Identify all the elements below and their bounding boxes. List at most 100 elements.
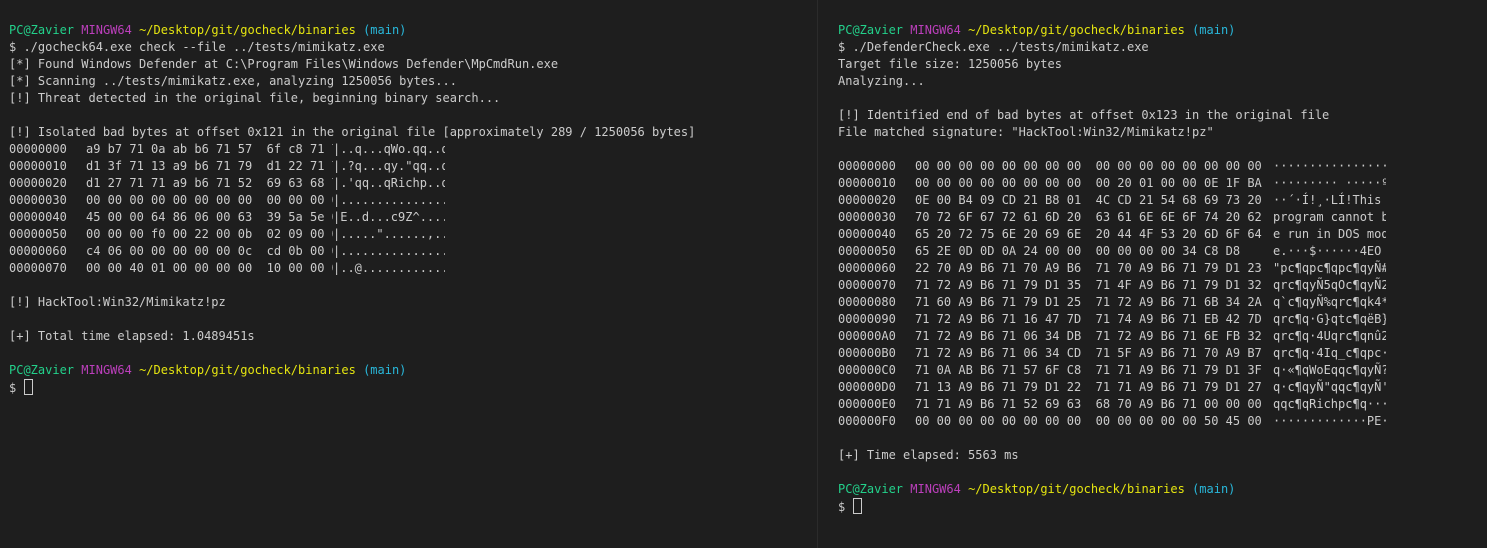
terminal-window: PC@Zavier MINGW64 ~/Desktop/git/gocheck/… xyxy=(0,0,1487,548)
terminal-pane-right[interactable]: PC@Zavier MINGW64 ~/Desktop/git/gocheck/… xyxy=(818,0,1487,548)
hex-bytes: 71 60 A9 B6 71 79 D1 25 71 72 A9 B6 71 6… xyxy=(915,295,1262,309)
prompt-system: MINGW64 xyxy=(81,23,132,37)
signature-line: [!] HackTool:Win32/Mimikatz!pz xyxy=(9,295,226,309)
hex-offset: 00000000 xyxy=(838,159,896,173)
command-line: $ ./DefenderCheck.exe ../tests/mimikatz.… xyxy=(838,40,1149,54)
hex-offset: 00000030 xyxy=(9,193,67,207)
hex-bytes: 00 00 00 00 00 00 00 00 00 20 01 00 00 0… xyxy=(915,176,1262,190)
prompt-system: MINGW64 xyxy=(910,23,961,37)
hex-dump: 00000000 00 00 00 00 00 00 00 00 00 00 0… xyxy=(838,158,1487,430)
hex-offset: 000000F0 xyxy=(838,414,896,428)
hex-offset: 00000090 xyxy=(838,312,896,326)
hex-ascii: |.?q...qy."qq..qy| xyxy=(333,159,445,173)
prompt-system: MINGW64 xyxy=(910,482,961,496)
isolated-bytes-line: [!] Isolated bad bytes at offset 0x121 i… xyxy=(9,125,696,139)
hex-bytes: a9 b7 71 0a ab b6 71 57 6f c8 71 71 a9 b… xyxy=(86,142,333,156)
hex-bytes: 00 00 00 f0 00 22 00 0b 02 09 00 00 2c 0… xyxy=(86,227,333,241)
hex-ascii: e.···$······4EO xyxy=(1273,244,1382,258)
hex-bytes: 70 72 6F 67 72 61 6D 20 63 61 6E 6E 6F 7… xyxy=(915,210,1262,224)
hex-offset: 00000070 xyxy=(9,261,67,275)
hex-bytes: 22 70 A9 B6 71 70 A9 B6 71 70 A9 B6 71 7… xyxy=(915,261,1262,275)
prompt-path: ~/Desktop/git/gocheck/binaries xyxy=(139,363,356,377)
hex-offset: 00000060 xyxy=(9,244,67,258)
hex-ascii: |.'qq..qRichp..q.| xyxy=(333,176,445,190)
prompt-symbol: $ xyxy=(9,381,17,395)
hex-offset: 00000020 xyxy=(9,176,67,190)
hex-offset: 00000040 xyxy=(838,227,896,241)
prompt-branch: (main) xyxy=(363,363,407,377)
prompt-user: PC@Zavier xyxy=(838,23,904,37)
prompt-path: ~/Desktop/git/gocheck/binaries xyxy=(139,23,356,37)
hex-bytes: d1 27 71 71 a9 b6 71 52 69 63 68 70 a9 b… xyxy=(86,176,333,190)
terminal-pane-left[interactable]: PC@Zavier MINGW64 ~/Desktop/git/gocheck/… xyxy=(0,0,817,548)
hex-ascii: |E..d...c9Z^.....| xyxy=(333,210,445,224)
hex-offset: 000000A0 xyxy=(838,329,896,343)
hex-bytes: 00 00 00 00 00 00 00 00 00 00 00 00 00 0… xyxy=(915,159,1262,173)
hex-ascii: program cannot b xyxy=(1273,210,1386,224)
hex-offset: 00000050 xyxy=(9,227,67,241)
hex-ascii: qqc¶qRichpc¶q··· xyxy=(1273,397,1386,411)
input-line[interactable]: $ xyxy=(838,498,1487,515)
prompt-line: PC@Zavier MINGW64 ~/Desktop/git/gocheck/… xyxy=(838,22,1487,39)
hex-bytes: 71 72 A9 B6 71 06 34 CD 71 5F A9 B6 71 7… xyxy=(915,346,1262,360)
hex-offset: 000000E0 xyxy=(838,397,896,411)
hex-ascii: e run in DOS mod xyxy=(1273,227,1386,241)
hex-bytes: 0E 00 B4 09 CD 21 B8 01 4C CD 21 54 68 6… xyxy=(915,193,1262,207)
hex-ascii: q·c¶qyÑ"qqc¶qyÑ' xyxy=(1273,380,1386,394)
hex-bytes: 71 71 A9 B6 71 52 69 63 68 70 A9 B6 71 0… xyxy=(915,397,1262,411)
hex-bytes: 71 72 A9 B6 71 16 47 7D 71 74 A9 B6 71 E… xyxy=(915,312,1262,326)
hex-ascii: |..q...qWo.qq..qy| xyxy=(333,142,445,156)
hex-offset: 00000010 xyxy=(9,159,67,173)
hex-ascii: "pc¶qpc¶qpc¶qyÑ# xyxy=(1273,261,1386,275)
hex-ascii: q·«¶qWoEqqc¶qyÑ? xyxy=(1273,363,1386,377)
prompt-line: PC@Zavier MINGW64 ~/Desktop/git/gocheck/… xyxy=(9,22,817,39)
output-line: [*] Scanning ../tests/mimikatz.exe, anal… xyxy=(9,74,457,88)
prompt-line: PC@Zavier MINGW64 ~/Desktop/git/gocheck/… xyxy=(9,362,817,379)
hex-ascii: qrc¶q·G}qtc¶qëB} xyxy=(1273,312,1386,326)
elapsed-line: [+] Total time elapsed: 1.0489451s xyxy=(9,329,255,343)
hex-ascii: ········· ·····º xyxy=(1273,176,1386,190)
hex-bytes: 00 00 40 01 00 00 00 00 10 00 00 00 02 0… xyxy=(86,261,333,275)
text-cursor[interactable] xyxy=(24,379,34,395)
hex-offset: 00000060 xyxy=(838,261,896,275)
hex-offset: 000000B0 xyxy=(838,346,896,360)
prompt-branch: (main) xyxy=(363,23,407,37)
hex-ascii: q`c¶qyÑ%qrc¶qk4* xyxy=(1273,295,1386,309)
hex-bytes: 71 13 A9 B6 71 79 D1 22 71 71 A9 B6 71 7… xyxy=(915,380,1262,394)
prompt-user: PC@Zavier xyxy=(838,482,904,496)
hex-offset: 00000030 xyxy=(838,210,896,224)
prompt-path: ~/Desktop/git/gocheck/binaries xyxy=(968,482,1185,496)
command-line: $ ./gocheck64.exe check --file ../tests/… xyxy=(9,40,385,54)
output-line: [*] Found Windows Defender at C:\Program… xyxy=(9,57,559,71)
hex-offset: 000000C0 xyxy=(838,363,896,377)
hex-dump: 00000000 a9 b7 71 0a ab b6 71 57 6f c8 7… xyxy=(9,141,817,277)
text-cursor[interactable] xyxy=(853,498,863,514)
hex-ascii: |................| xyxy=(333,244,445,258)
hex-offset: 00000000 xyxy=(9,142,67,156)
hex-ascii: qrc¶qyÑ5qOc¶qyÑ2 xyxy=(1273,278,1386,292)
hex-ascii: qrc¶q·4Iq_c¶qpc· xyxy=(1273,346,1386,360)
hex-offset: 00000080 xyxy=(838,295,896,309)
identified-line: [!] Identified end of bad bytes at offse… xyxy=(838,108,1330,122)
hex-bytes: 65 2E 0D 0D 0A 24 00 00 00 00 00 00 34 C… xyxy=(915,244,1241,258)
prompt-path: ~/Desktop/git/gocheck/binaries xyxy=(968,23,1185,37)
hex-ascii: |..@.............| xyxy=(333,261,445,275)
hex-bytes: 00 00 00 00 00 00 00 00 00 00 00 00 00 0… xyxy=(86,193,333,207)
matched-signature-line: File matched signature: "HackTool:Win32/… xyxy=(838,125,1214,139)
hex-ascii: ·············PE· xyxy=(1273,414,1386,428)
prompt-branch: (main) xyxy=(1192,23,1236,37)
output-line: [!] Threat detected in the original file… xyxy=(9,91,501,105)
prompt-system: MINGW64 xyxy=(81,363,132,377)
prompt-symbol: $ xyxy=(838,500,846,514)
hex-offset: 00000010 xyxy=(838,176,896,190)
hex-bytes: c4 06 00 00 00 00 00 0c cd 0b 00 00 10 0… xyxy=(86,244,333,258)
input-line[interactable]: $ xyxy=(9,379,817,396)
hex-offset: 00000040 xyxy=(9,210,67,224)
prompt-branch: (main) xyxy=(1192,482,1236,496)
